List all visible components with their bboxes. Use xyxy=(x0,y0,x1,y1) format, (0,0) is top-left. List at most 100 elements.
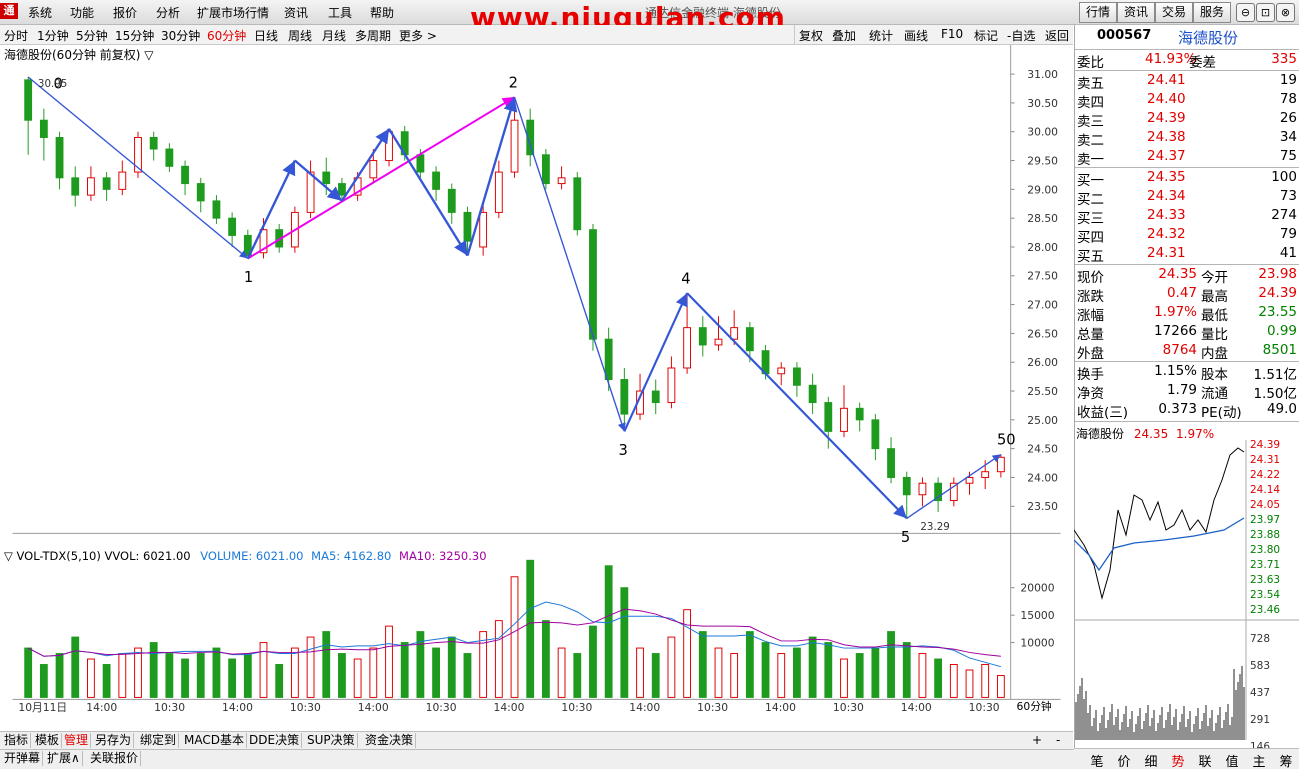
minimize-icon[interactable]: ⊖ xyxy=(1236,3,1255,22)
volume-bar xyxy=(761,642,770,698)
zoom-out-button[interactable]: - xyxy=(1056,733,1060,747)
level-label: 买二 xyxy=(1077,192,1104,208)
volume-bar xyxy=(432,647,440,698)
news-button[interactable]: 资讯 xyxy=(1117,2,1155,23)
danmaku-toggle[interactable]: 开弹幕 xyxy=(2,751,44,766)
tab-capital[interactable]: 资金决策 xyxy=(363,733,417,748)
market-button[interactable]: 行情 xyxy=(1079,2,1117,23)
tab-template[interactable]: 模板 xyxy=(33,733,63,748)
order-book-row[interactable]: 卖四 24.40 78 xyxy=(1075,91,1297,111)
chart-axes: 31.00 30.50 30.00 29.50 29.00 28.50 28.00 27.50… xyxy=(18,68,1058,714)
order-book-row[interactable]: 卖五 24.41 19 xyxy=(1075,72,1297,92)
right-tab[interactable]: 主 xyxy=(1246,751,1272,770)
candle-body xyxy=(887,448,895,478)
level-price: 24.40 xyxy=(1147,91,1186,107)
level-label: 卖五 xyxy=(1077,76,1104,92)
right-tab[interactable]: 细 xyxy=(1138,751,1164,770)
period-15min[interactable]: 15分钟 xyxy=(115,27,154,44)
order-book-row[interactable]: 买一 24.35 100 xyxy=(1075,169,1297,189)
tab-indicator[interactable]: 指标 xyxy=(2,733,32,748)
right-tab[interactable]: 联 xyxy=(1192,751,1218,770)
candle-body xyxy=(698,327,707,346)
tab-bind-to[interactable]: 绑定到 xyxy=(138,733,180,748)
volume-bar xyxy=(730,653,739,698)
right-tab[interactable]: 势 xyxy=(1165,751,1191,770)
menu-extended-market[interactable]: 扩展市场行情 xyxy=(197,4,269,21)
back-button[interactable]: 返回 xyxy=(1045,27,1069,44)
order-book-row[interactable]: 买二 24.34 73 xyxy=(1075,188,1297,208)
period-5min[interactable]: 5分钟 xyxy=(76,27,108,44)
volume-bar xyxy=(698,631,707,698)
tab-save-as[interactable]: 另存为 xyxy=(93,733,135,748)
tab-sup[interactable]: SUP决策 xyxy=(305,733,358,748)
period-multi[interactable]: 多周期 xyxy=(355,27,391,44)
candle-body xyxy=(667,367,676,404)
close-icon[interactable]: ⊗ xyxy=(1276,3,1295,22)
period-30min[interactable]: 30分钟 xyxy=(161,27,200,44)
mark-button[interactable]: 标记 xyxy=(974,27,998,44)
zoom-in-button[interactable]: + xyxy=(1032,733,1042,747)
right-tab[interactable]: 笔 xyxy=(1084,751,1110,770)
period-1min[interactable]: 1分钟 xyxy=(37,27,69,44)
period-timeshare[interactable]: 分时 xyxy=(4,27,28,44)
service-button[interactable]: 服务 xyxy=(1193,2,1231,23)
candle-body xyxy=(181,165,189,185)
order-book-row[interactable]: 卖二 24.38 34 xyxy=(1075,129,1297,149)
volume-bar xyxy=(71,636,80,698)
menu-system[interactable]: 系统 xyxy=(28,4,52,21)
period-monthly[interactable]: 月线 xyxy=(322,27,346,44)
menu-news[interactable]: 资讯 xyxy=(284,4,308,21)
app-logo-icon[interactable]: 通 xyxy=(0,3,18,19)
order-book-row[interactable]: 买五 24.31 41 xyxy=(1075,245,1297,265)
trade-button[interactable]: 交易 xyxy=(1155,2,1193,23)
menu-tools[interactable]: 工具 xyxy=(328,4,352,21)
remove-watchlist-button[interactable]: -自选 xyxy=(1007,27,1035,44)
tab-dde[interactable]: DDE决策 xyxy=(247,733,303,748)
period-more[interactable]: 更多 > xyxy=(399,27,437,44)
volume-bar xyxy=(24,647,33,698)
intraday-mini-chart[interactable]: 24.39 24.31 24.22 24.14 24.05 23.97 23.88 23.80… xyxy=(1074,440,1299,748)
period-daily[interactable]: 日线 xyxy=(254,27,278,44)
order-book-row[interactable]: 买四 24.32 79 xyxy=(1075,226,1297,246)
volume-bar xyxy=(102,664,111,698)
candle-body xyxy=(793,367,801,386)
order-book-row[interactable]: 买三 24.33 274 xyxy=(1075,207,1297,227)
volume-bar xyxy=(714,647,723,698)
stat-label: 内盘 xyxy=(1201,346,1228,362)
mini-price-line xyxy=(1074,447,1245,600)
related-quote-button[interactable]: 关联报价 xyxy=(88,751,142,766)
volume-bar xyxy=(479,631,488,698)
overlay-button[interactable]: 叠加 xyxy=(832,27,856,44)
menu-function[interactable]: 功能 xyxy=(70,4,94,21)
statistics-button[interactable]: 统计 xyxy=(869,27,893,44)
wave-label: 5 xyxy=(901,529,910,546)
kline-chart[interactable]: 0123455030.9523.29 31.0030.5030.0029.502… xyxy=(0,45,1073,715)
order-book-row[interactable]: 卖一 24.37 75 xyxy=(1075,148,1297,168)
volume-bar xyxy=(871,647,880,698)
menu-help[interactable]: 帮助 xyxy=(370,4,394,21)
volume-bar xyxy=(494,620,503,698)
divider xyxy=(1075,49,1299,50)
price-tick-label: 29.50 xyxy=(1027,154,1058,167)
restore-rights-button[interactable]: 复权 xyxy=(799,27,823,44)
right-tab[interactable]: 筹 xyxy=(1273,751,1299,770)
draw-line-button[interactable]: 画线 xyxy=(904,27,928,44)
tab-manage[interactable]: 管理 xyxy=(62,733,92,748)
extend-toggle[interactable]: 扩展∧ xyxy=(45,751,83,766)
candle-body xyxy=(871,419,880,450)
tab-macd[interactable]: MACD基本 xyxy=(182,733,247,748)
order-book-row[interactable]: 卖三 24.39 26 xyxy=(1075,110,1297,130)
right-tab[interactable]: 价 xyxy=(1111,751,1137,770)
period-60min[interactable]: 60分钟 xyxy=(207,27,246,44)
f10-button[interactable]: F10 xyxy=(941,27,963,41)
right-tab[interactable]: 值 xyxy=(1219,751,1245,770)
mini-pct: 1.97% xyxy=(1176,427,1215,441)
period-weekly[interactable]: 周线 xyxy=(288,27,312,44)
menu-analysis[interactable]: 分析 xyxy=(156,4,180,21)
menu-quote[interactable]: 报价 xyxy=(113,4,137,21)
volume-bar xyxy=(855,653,864,698)
volume-bar xyxy=(887,631,895,698)
restore-icon[interactable]: ⊡ xyxy=(1256,3,1275,22)
time-tick-label: 14:00 xyxy=(901,701,932,714)
mini-volume-tick: 291 xyxy=(1250,714,1270,726)
